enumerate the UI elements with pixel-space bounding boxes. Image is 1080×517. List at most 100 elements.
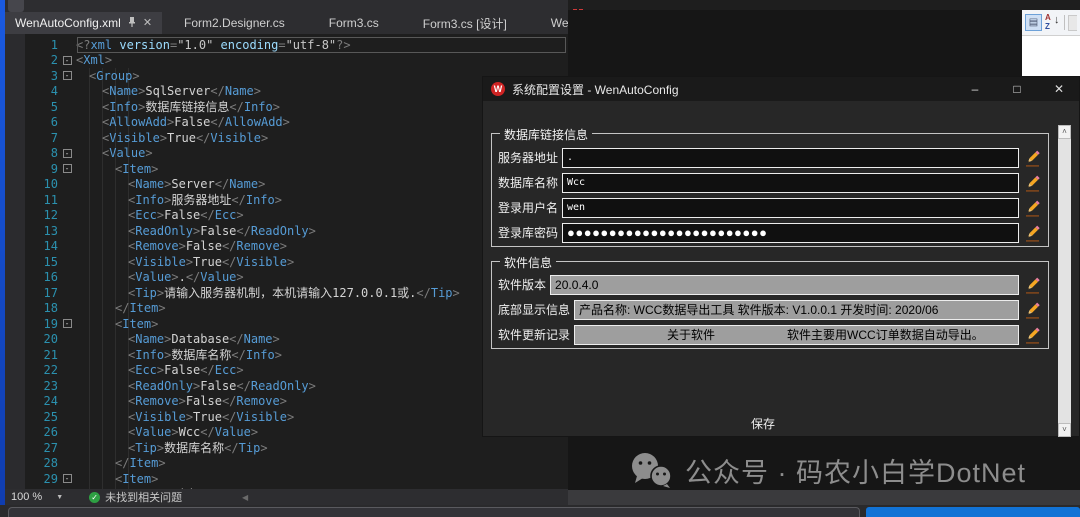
code-text: <Value> <box>76 146 153 160</box>
close-button[interactable]: ✕ <box>1051 82 1067 96</box>
properties-panel: ▤ A Z ↓ <box>1022 10 1080 76</box>
save-button[interactable]: 保存 <box>483 415 1043 432</box>
collapse-icon[interactable]: - <box>63 164 72 173</box>
field-input[interactable]: 20.0.4.0 <box>550 275 1019 295</box>
code-text: <Item> <box>76 472 158 486</box>
collapse-icon[interactable]: - <box>63 149 72 158</box>
field-row: 登录用户名wen <box>498 195 1042 220</box>
line-number: 13 <box>25 224 58 238</box>
group-rows: 服务器地址.数据库名称Wcc登录用户名wen登录库密码●●●●●●●●●●●●●… <box>498 145 1042 245</box>
edit-pencil-icon[interactable] <box>1025 276 1042 294</box>
code-text: <Info>数据库名称</Info> <box>76 346 282 363</box>
pin-icon[interactable] <box>128 17 136 30</box>
field-input[interactable]: Wcc <box>562 173 1019 193</box>
code-text: <Value>.</Value> <box>76 270 244 284</box>
categorized-icon[interactable]: ▤ <box>1025 14 1042 31</box>
dialog-title-bar[interactable]: W 系统配置设置 - WenAutoConfig – □ ✕ <box>483 77 1079 101</box>
code-text: <Tip>数据库名称</Tip> <box>76 439 268 456</box>
line-number: 12 <box>25 208 58 222</box>
collapse-icon[interactable]: - <box>63 319 72 328</box>
about-software-button[interactable]: 关于软件 <box>667 326 715 343</box>
code-text: <?xml version="1.0" encoding="utf-8"?> <box>76 38 351 52</box>
edit-pencil-icon[interactable] <box>1025 301 1042 319</box>
toolbar-icon-partial[interactable] <box>1068 15 1077 31</box>
status-message: 未找到相关问题 <box>105 489 182 505</box>
collapse-icon[interactable]: - <box>63 474 72 483</box>
line-number: 18 <box>25 301 58 315</box>
config-dialog: W 系统配置设置 - WenAutoConfig – □ ✕ 软件信息软件版本2… <box>482 76 1080 437</box>
fold-margin: - <box>58 319 76 328</box>
collapse-icon[interactable]: - <box>63 56 72 65</box>
scroll-down-icon[interactable]: ˅ <box>1058 423 1071 437</box>
dialog-title: 系统配置设置 - WenAutoConfig <box>512 81 679 98</box>
minimize-button[interactable]: – <box>967 82 983 96</box>
edit-pencil-icon[interactable] <box>1025 174 1042 192</box>
properties-toolbar: ▤ A Z ↓ <box>1022 10 1080 36</box>
code-text: <Remove>False</Remove> <box>76 239 287 253</box>
sort-alphabetical-icon[interactable]: A Z ↓ <box>1045 14 1061 32</box>
tab-form3-cs-[interactable]: Form3.cs [设计] <box>401 12 529 34</box>
line-number: 26 <box>25 425 58 439</box>
edit-pencil-icon[interactable] <box>1025 224 1042 242</box>
line-number: 14 <box>25 239 58 253</box>
field-label: 服务器地址 <box>498 149 558 166</box>
field-input[interactable]: 产品名称: WCC数据导出工具 软件版本: V1.0.0.1 开发时间: 202… <box>574 300 1019 320</box>
field-input[interactable]: wen <box>562 198 1019 218</box>
code-line[interactable]: 27<Tip>数据库名称</Tip> <box>25 440 568 456</box>
collapse-icon[interactable]: - <box>63 71 72 80</box>
dialog-scrollbar[interactable]: ˄ ˅ <box>1058 125 1071 437</box>
top-strip <box>5 0 568 12</box>
edit-pencil-icon[interactable] <box>1025 149 1042 167</box>
code-text: <ReadOnly>False</ReadOnly> <box>76 224 316 238</box>
field-row: 数据库名称Wcc <box>498 170 1042 195</box>
code-line[interactable]: 28</Item> <box>25 456 568 472</box>
tab-wensh[interactable]: WenSh <box>529 12 568 34</box>
tab-form2-designer-cs[interactable]: Form2.Designer.cs <box>162 12 307 34</box>
code-text: <Visible>True</Visible> <box>76 410 294 424</box>
collapse-left-icon[interactable]: ◀ <box>242 493 248 502</box>
line-number: 25 <box>25 410 58 424</box>
field-row: 服务器地址. <box>498 145 1042 170</box>
watermark-text: 公众号 · 码农小白学DotNet <box>685 451 1026 490</box>
field-input[interactable]: ●●●●●●●●●●●●●●●●●●●●●●●● <box>562 223 1019 243</box>
tab-form3-cs[interactable]: Form3.cs <box>307 12 401 34</box>
update-note-text: 软件主要用WCC订单数据自动导出。 <box>787 326 984 343</box>
zoom-selector[interactable]: 100 % ▼ <box>11 491 63 503</box>
field-label: 底部显示信息 <box>498 301 570 318</box>
edit-pencil-icon[interactable] <box>1025 199 1042 217</box>
field-row: 底部显示信息产品名称: WCC数据导出工具 软件版本: V1.0.0.1 开发时… <box>498 297 1042 322</box>
field-label: 数据库名称 <box>498 174 558 191</box>
code-line[interactable]: 1 <?xml version="1.0" encoding="utf-8"?> <box>25 37 568 53</box>
code-text: <Name>SqlServer</Name> <box>76 84 261 98</box>
code-text: <Visible>True</Visible> <box>76 131 268 145</box>
line-number: 4 <box>25 84 58 98</box>
code-line[interactable]: 29-<Item> <box>25 471 568 487</box>
code-text: <Ecc>False</Ecc> <box>76 363 244 377</box>
watermark: 公众号 · 码农小白学DotNet <box>575 450 1080 490</box>
chevron-down-icon: ▼ <box>56 494 63 501</box>
code-text: <Group> <box>76 69 140 83</box>
group-rows: 软件版本20.0.4.0底部显示信息产品名称: WCC数据导出工具 软件版本: … <box>498 272 1042 347</box>
scroll-up-icon[interactable]: ˄ <box>1058 125 1071 139</box>
tab-wenautoconfig-xml[interactable]: WenAutoConfig.xml✕ <box>5 12 162 34</box>
line-number: 1 <box>25 38 58 52</box>
field-input[interactable]: . <box>562 148 1019 168</box>
line-number: 10 <box>25 177 58 191</box>
code-text: <AllowAdd>False</AllowAdd> <box>76 115 290 129</box>
code-line[interactable]: 2-<Xml> <box>25 53 568 69</box>
line-number: 5 <box>25 100 58 114</box>
field-input[interactable]: 关于软件 软件主要用WCC订单数据自动导出。 <box>574 325 1019 345</box>
wechat-icon <box>629 452 673 488</box>
check-circle-icon: ✓ <box>89 492 100 503</box>
close-tab-icon[interactable]: ✕ <box>143 18 152 28</box>
code-text: <Name>Database</Name> <box>76 332 280 346</box>
line-number: 21 <box>25 348 58 362</box>
bottom-window-edge <box>8 507 860 517</box>
maximize-button[interactable]: □ <box>1009 82 1025 96</box>
properties-body <box>1022 36 1080 76</box>
fold-margin: - <box>58 56 76 65</box>
edit-pencil-icon[interactable] <box>1025 326 1042 344</box>
code-text: </Item> <box>76 456 166 470</box>
line-number: 2 <box>25 53 58 67</box>
tab-label: WenSh <box>551 16 568 30</box>
